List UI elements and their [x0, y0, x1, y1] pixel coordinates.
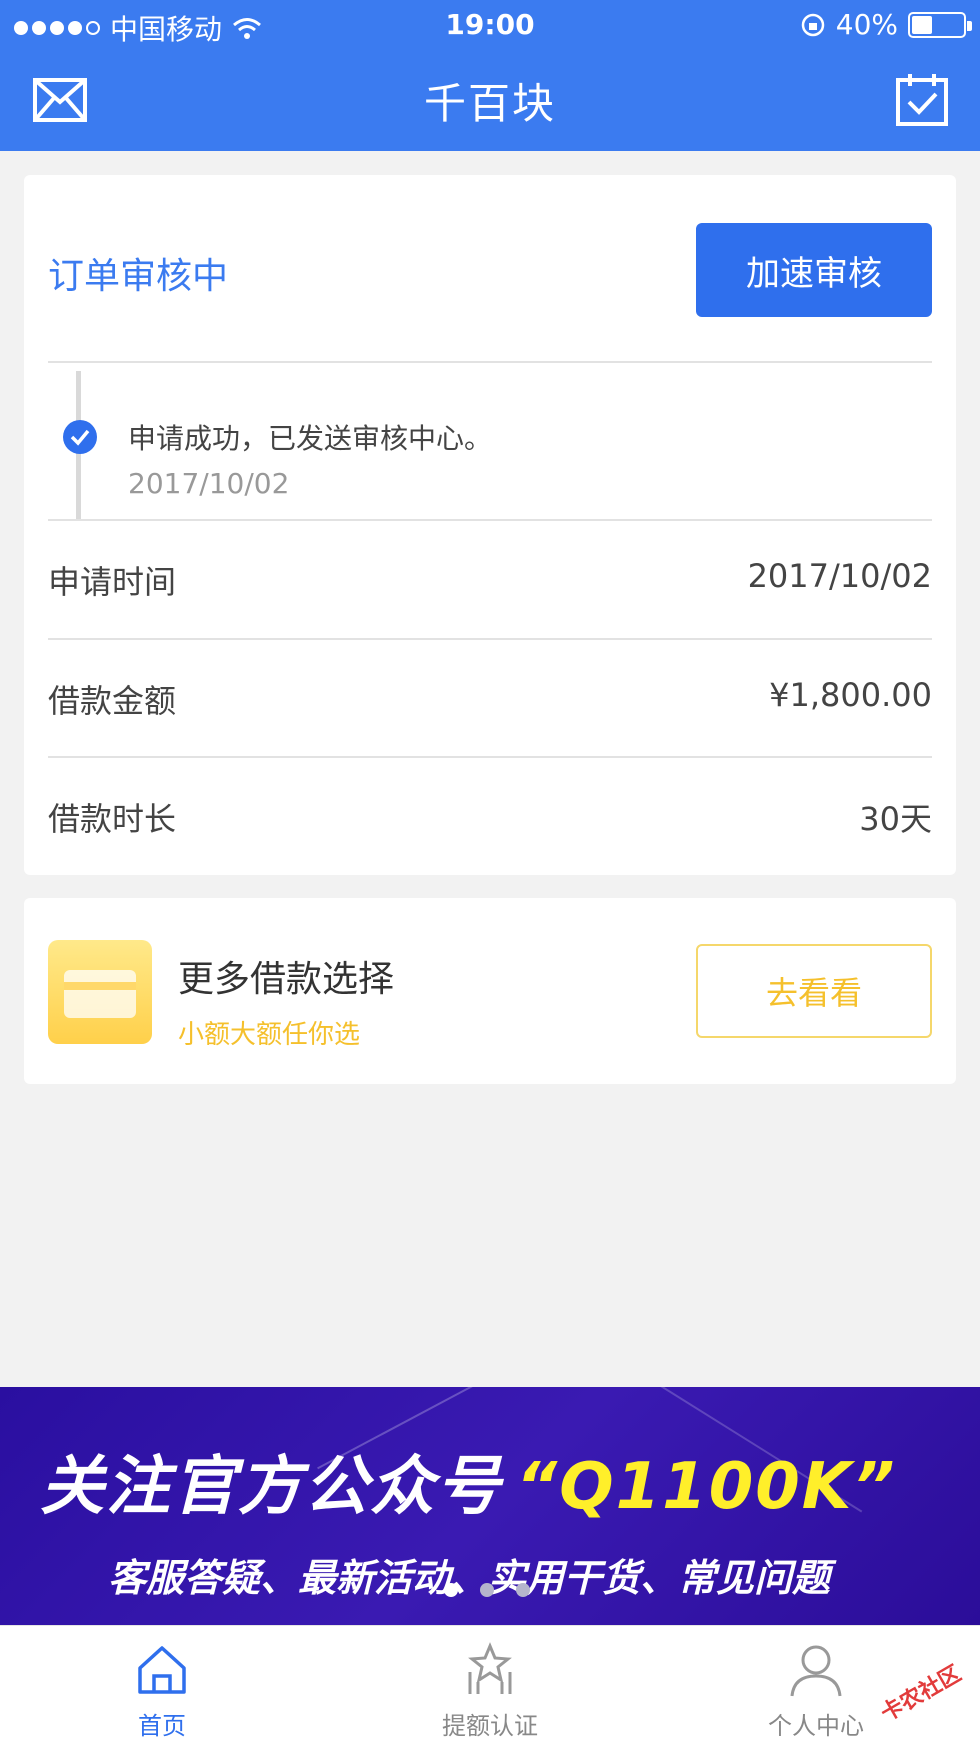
divider [48, 756, 932, 758]
go-look-button[interactable]: 去看看 [696, 944, 932, 1038]
tab-profile[interactable]: 个人中心 [716, 1626, 916, 1743]
check-circle-icon [63, 420, 97, 454]
banner-dot[interactable] [516, 1583, 530, 1597]
star-badge-icon [468, 1642, 512, 1694]
divider [48, 519, 932, 521]
app-header: 中国移动 19:00 40% 千百块 [0, 0, 980, 151]
tab-credit[interactable]: 提额认证 [390, 1626, 590, 1743]
page-title: 千百块 [423, 79, 556, 128]
home-icon [138, 1646, 186, 1694]
rotation-lock-icon [801, 13, 825, 36]
battery-icon [908, 11, 972, 38]
banner-dot[interactable] [480, 1583, 494, 1597]
banner-code: “Q1100K” [516, 1450, 897, 1524]
banner-dot[interactable] [444, 1583, 458, 1597]
loan-duration-label: 借款时长 [48, 800, 177, 838]
order-status: 订单审核中 [48, 256, 229, 297]
promo-banner[interactable]: 关注官方公众号 “Q1100K” 客服答疑、最新活动、实用干货、常见问题 [0, 1387, 980, 1625]
speed-review-button[interactable]: 加速审核 [696, 223, 932, 317]
tab-home[interactable]: 首页 [62, 1626, 262, 1743]
status-bar: 中国移动 19:00 40% [0, 0, 980, 50]
divider [48, 361, 932, 363]
apply-time-label: 申请时间 [48, 563, 177, 601]
calendar-check-icon[interactable] [894, 74, 950, 126]
bank-card-icon [48, 940, 152, 1044]
divider [48, 638, 932, 640]
more-loans-card: 更多借款选择 小额大额任你选 去看看 [24, 898, 956, 1084]
timeline-text: 申请成功，已发送审核中心。 [128, 422, 493, 455]
person-icon [790, 1645, 842, 1697]
timeline-date: 2017/10/02 [128, 467, 290, 500]
loan-duration-value: 30天 [859, 800, 932, 838]
banner-headline-text: 关注官方公众号 [40, 1450, 502, 1524]
tab-bar: 首页 提额认证 个人中心 [0, 1625, 980, 1743]
loan-amount-value: ¥1,800.00 [769, 676, 932, 714]
status-right: 40% [800, 8, 972, 41]
tab-credit-label: 提额认证 [442, 1712, 538, 1740]
banner-pagination [444, 1583, 530, 1597]
tab-home-label: 首页 [138, 1712, 186, 1740]
more-loans-title: 更多借款选择 [178, 959, 395, 1000]
banner-headline: 关注官方公众号 “Q1100K” [40, 1435, 897, 1527]
more-loans-subtitle: 小额大额任你选 [178, 1020, 361, 1050]
battery-percent: 40% [835, 8, 898, 41]
order-card: 订单审核中 加速审核 申请成功，已发送审核中心。 2017/10/02 申请时间… [24, 175, 956, 875]
apply-time-value: 2017/10/02 [747, 557, 932, 595]
loan-amount-label: 借款金额 [48, 682, 177, 720]
